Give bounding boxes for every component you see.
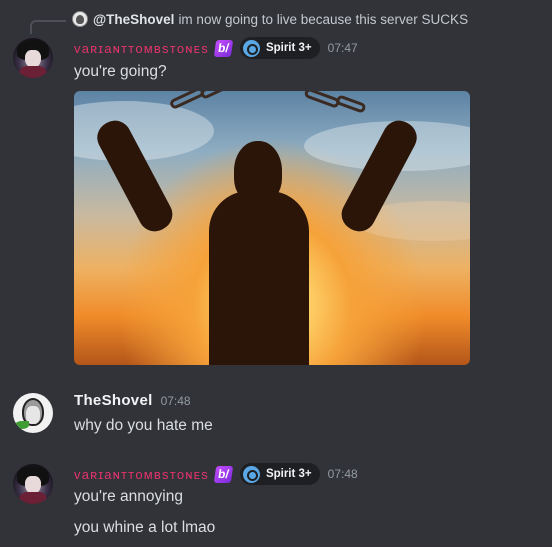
reply-content[interactable]: @TheShovel im now going to live because … — [72, 11, 468, 27]
avatar-variant[interactable] — [13, 464, 53, 504]
reply-mention[interactable]: @TheShovel — [93, 12, 174, 27]
timestamp[interactable]: 07:48 — [161, 394, 191, 408]
avatar-theshovel[interactable] — [13, 393, 53, 433]
clan-badge-icon — [242, 39, 260, 57]
chat-messages: @TheShovel im now going to live because … — [0, 0, 552, 547]
avatar-variant[interactable] — [13, 38, 53, 78]
message-header: TheShovel 07:48 — [74, 392, 191, 409]
clan-tag-label: Spirit 3+ — [265, 468, 312, 480]
reply-text[interactable]: im now going to live because this server… — [178, 12, 468, 27]
message-text: you're going? — [74, 63, 167, 80]
reply-spine — [30, 20, 66, 34]
nitro-boost-icon[interactable]: b/ — [213, 39, 234, 57]
image-attachment[interactable] — [74, 91, 470, 365]
clan-tag-label: Spirit 3+ — [265, 42, 312, 54]
reply-avatar[interactable] — [72, 11, 88, 27]
message-header: vaʀɪaɴᴛᴛoᴍʙsᴛoɴᴇs b/ Spirit 3+ 07:47 — [74, 37, 358, 59]
message-text: you whine a lot lmao — [74, 519, 216, 536]
clan-tag[interactable]: Spirit 3+ — [239, 463, 320, 485]
message-header: vaʀɪaɴᴛᴛoᴍʙsᴛoɴᴇs b/ Spirit 3+ 07:48 — [74, 463, 358, 485]
timestamp[interactable]: 07:47 — [328, 41, 358, 55]
timestamp[interactable]: 07:48 — [328, 467, 358, 481]
username[interactable]: vaʀɪaɴᴛᴛoᴍʙsᴛoɴᴇs — [74, 41, 209, 56]
message-text: why do you hate me — [74, 417, 213, 434]
clan-tag[interactable]: Spirit 3+ — [239, 37, 320, 59]
nitro-boost-icon[interactable]: b/ — [213, 465, 234, 483]
username[interactable]: TheShovel — [74, 392, 153, 409]
clan-badge-icon — [242, 465, 260, 483]
username[interactable]: vaʀɪaɴᴛᴛoᴍʙsᴛoɴᴇs — [74, 467, 209, 482]
message-text: you're annoying — [74, 488, 183, 505]
